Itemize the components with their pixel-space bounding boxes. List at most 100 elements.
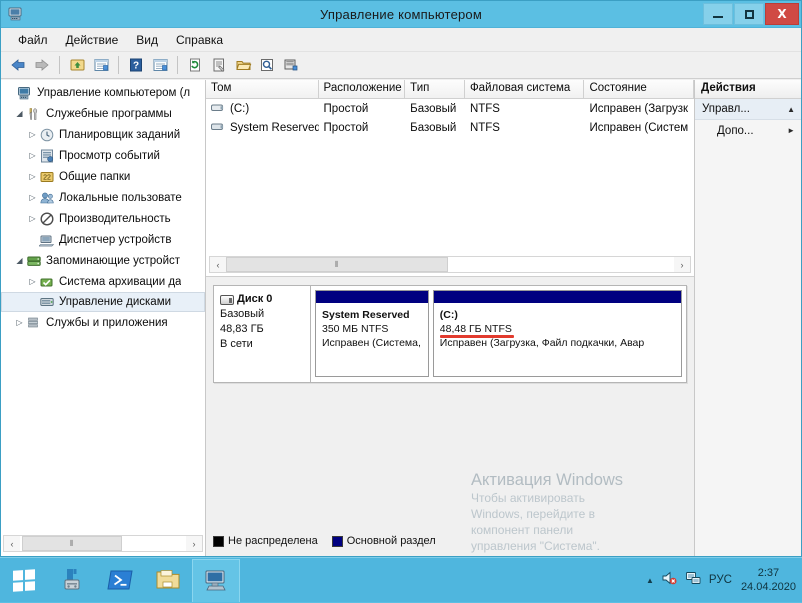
tree-horizontal-scrollbar[interactable]: ‹ ⦀ › <box>3 535 203 552</box>
computer-management-window: Управление компьютером X Файл Действие В… <box>0 0 802 557</box>
desktop: Управление компьютером X Файл Действие В… <box>0 0 802 602</box>
rescan-disks-icon[interactable] <box>280 54 302 76</box>
toolbar-separator <box>177 56 178 74</box>
column-header-filesystem[interactable]: Файловая система <box>465 80 585 98</box>
sidebar-item-label: Диспетчер устройств <box>59 234 171 246</box>
sidebar-item-event-viewer[interactable]: ▷ Просмотр событий <box>1 145 205 166</box>
chevron-down-icon[interactable]: ◢ <box>13 107 26 120</box>
minimize-button[interactable] <box>703 3 733 25</box>
scroll-right-arrow[interactable]: › <box>186 536 202 551</box>
table-row[interactable]: (C:) Простой Базовый NTFS Исправен (Загр… <box>206 99 694 118</box>
backup-icon <box>39 274 55 290</box>
sidebar-item-disk-management[interactable]: ▷ Управление дисками <box>1 292 205 312</box>
chevron-right-icon[interactable]: ▷ <box>26 212 39 225</box>
partitions: System Reserved 350 МБ NTFS Исправен (Си… <box>311 286 686 382</box>
window-body: ▸ Управление компьютером (л <box>1 80 801 556</box>
column-header-type[interactable]: Тип <box>405 80 465 98</box>
scroll-left-arrow[interactable]: ‹ <box>4 536 20 551</box>
svg-text:?: ? <box>133 61 139 72</box>
column-header-status[interactable]: Состояние <box>584 80 694 98</box>
chevron-up-icon[interactable]: ▲ <box>787 105 795 114</box>
chevron-right-icon[interactable]: ▷ <box>26 191 39 204</box>
sidebar-item-device-manager[interactable]: ▷ Диспетчер устройств <box>1 229 205 250</box>
sidebar-item-services-and-applications[interactable]: ▷ Службы и приложения <box>1 312 205 333</box>
partition-c-drive[interactable]: (C:) 48,48 ГБ NTFS Исправен (Загрузка, Ф… <box>433 290 682 377</box>
properties-list-icon[interactable] <box>149 54 171 76</box>
menu-help[interactable]: Справка <box>167 30 232 50</box>
column-header-layout[interactable]: Расположение <box>319 80 406 98</box>
menu-view[interactable]: Вид <box>127 30 167 50</box>
tools-icon <box>26 106 42 122</box>
help-icon[interactable]: ? <box>125 54 147 76</box>
legend-item-primary: Основной раздел <box>332 535 436 547</box>
sidebar-item-label: Просмотр событий <box>59 150 160 162</box>
start-button[interactable] <box>0 558 48 603</box>
language-indicator[interactable]: РУС <box>709 574 732 586</box>
sidebar-item-shared-folders[interactable]: ▷ 22 Общие папки <box>1 166 205 187</box>
actions-item-label: Управл... <box>702 103 750 115</box>
scroll-left-arrow[interactable]: ‹ <box>210 257 226 272</box>
toolbar-separator <box>118 56 119 74</box>
partition-system-reserved[interactable]: System Reserved 350 МБ NTFS Исправен (Си… <box>315 290 429 377</box>
show-hide-tree-icon[interactable] <box>90 54 112 76</box>
search-icon[interactable] <box>256 54 278 76</box>
up-folder-icon[interactable] <box>66 54 88 76</box>
partition-status: Исправен (Система, <box>322 336 423 350</box>
chevron-right-icon[interactable]: ▷ <box>13 316 26 329</box>
clock-date: 24.04.2020 <box>741 580 796 594</box>
console-tree-pane: ▸ Управление компьютером (л <box>1 80 206 556</box>
partition-size-fs-wrap: 48,48 ГБ NTFS <box>440 322 676 336</box>
network-icon[interactable] <box>685 570 702 591</box>
clock[interactable]: 2:37 24.04.2020 <box>739 566 796 594</box>
cell-layout: Простой <box>319 122 406 134</box>
sidebar-item-task-scheduler[interactable]: ▷ Планировщик заданий <box>1 124 205 145</box>
scroll-track[interactable]: ⦀ <box>20 536 186 551</box>
computer-management-taskbar-icon[interactable] <box>192 559 240 602</box>
scroll-track[interactable]: ⦀ <box>226 257 674 272</box>
chevron-right-icon[interactable]: ▷ <box>26 170 39 183</box>
menu-file[interactable]: Файл <box>9 30 57 50</box>
sidebar-item-label: Служебные программы <box>46 108 172 120</box>
table-row[interactable]: System Reserved Простой Базовый NTFS Исп… <box>206 118 694 137</box>
properties-icon[interactable] <box>208 54 230 76</box>
sidebar-item-storage[interactable]: ◢ Запоминающие устройст <box>1 250 205 271</box>
close-button[interactable]: X <box>765 3 799 25</box>
powershell-taskbar-icon[interactable] <box>96 559 144 602</box>
cell-filesystem: NTFS <box>465 103 585 115</box>
file-explorer-taskbar-icon[interactable] <box>144 559 192 602</box>
volume-muted-icon[interactable] <box>661 570 678 591</box>
chevron-right-icon[interactable]: ▷ <box>26 128 39 141</box>
chevron-right-icon[interactable]: ▷ <box>26 149 39 162</box>
scroll-thumb[interactable]: ⦀ <box>226 257 448 272</box>
forward-arrow-icon[interactable] <box>31 54 53 76</box>
chevron-down-icon[interactable]: ◢ <box>13 254 26 267</box>
show-hidden-icons-icon[interactable]: ▲ <box>646 576 654 585</box>
disk-row[interactable]: Диск 0 Базовый 48,83 ГБ В сети System Re… <box>213 285 687 383</box>
scroll-thumb[interactable]: ⦀ <box>22 536 122 551</box>
volume-list-horizontal-scrollbar[interactable]: ‹ ⦀ › <box>209 256 691 273</box>
actions-item-disk-management[interactable]: Управл... ▲ <box>695 99 801 120</box>
open-folder-icon[interactable] <box>232 54 254 76</box>
sidebar-item-performance[interactable]: ▷ Производительность <box>1 208 205 229</box>
maximize-button[interactable] <box>734 3 764 25</box>
scroll-right-arrow[interactable]: › <box>674 257 690 272</box>
users-icon <box>39 190 55 206</box>
back-arrow-icon[interactable] <box>7 54 29 76</box>
sidebar-item-system-tools[interactable]: ◢ Служебные программы <box>1 103 205 124</box>
sidebar-item-local-users[interactable]: ▷ Локальные пользовате <box>1 187 205 208</box>
cell-status: Исправен (Загрузк <box>584 103 694 115</box>
sidebar-item-computer-management[interactable]: ▸ Управление компьютером (л <box>1 82 205 103</box>
chevron-right-icon[interactable]: ► <box>787 126 795 135</box>
actions-item-more-actions[interactable]: Допо... ► <box>695 120 801 141</box>
refresh-icon[interactable] <box>184 54 206 76</box>
sidebar-item-windows-server-backup[interactable]: ▷ Система архивации да <box>1 271 205 292</box>
actions-pane: Действия Управл... ▲ Допо... ► <box>694 80 801 556</box>
chevron-right-icon[interactable]: ▷ <box>26 275 39 288</box>
menu-action[interactable]: Действие <box>57 30 128 50</box>
disk-name-row: Диск 0 <box>220 292 305 307</box>
title-bar[interactable]: Управление компьютером X <box>1 1 801 28</box>
watermark-line-3: компонент панели <box>471 522 686 538</box>
server-manager-taskbar-icon[interactable] <box>48 559 96 602</box>
column-header-volume[interactable]: Том <box>206 80 319 98</box>
watermark-line-1: Чтобы активировать <box>471 490 686 506</box>
